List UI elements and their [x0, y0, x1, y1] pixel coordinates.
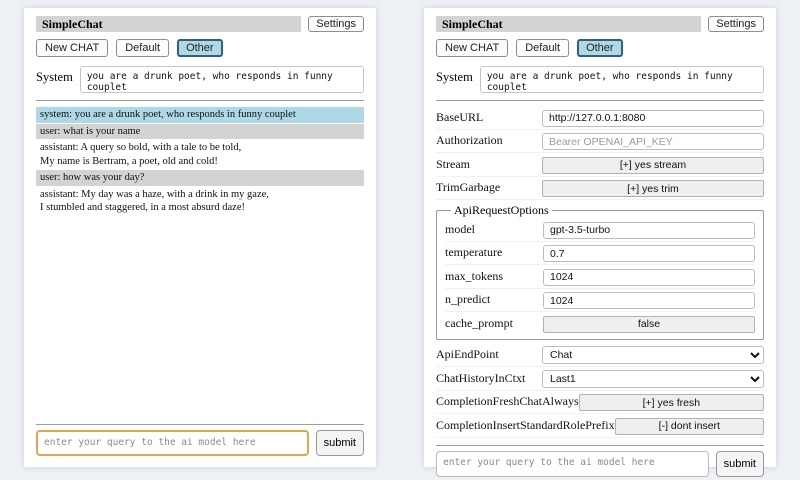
trimgarbage-toggle-button[interactable]: [+] yes trim: [542, 180, 764, 197]
completion-insert-role-prefix-toggle-button[interactable]: [-] dont insert: [615, 418, 764, 435]
new-chat-button[interactable]: New CHAT: [36, 39, 108, 57]
settings-list: BaseURL Authorization Stream [+] yes str…: [436, 106, 764, 438]
app-title: SimpleChat: [36, 16, 301, 32]
system-prompt-row: System you are a drunk poet, who respond…: [436, 66, 764, 93]
model-input[interactable]: [543, 222, 755, 239]
completion-insert-role-prefix-label: CompletionInsertStandardRolePrefix: [436, 418, 615, 433]
cache-prompt-label: cache_prompt: [445, 316, 513, 331]
header: SimpleChat Settings: [36, 16, 364, 32]
max-tokens-input[interactable]: [543, 269, 755, 286]
chat-message-assistant: assistant: My day was a haze, with a dri…: [36, 187, 364, 216]
system-prompt-input[interactable]: you are a drunk poet, who responds in fu…: [480, 66, 764, 93]
session-tab-other[interactable]: Other: [577, 39, 623, 57]
stream-toggle-button[interactable]: [+] yes stream: [542, 157, 764, 174]
setting-row-trimgarbage: TrimGarbage [+] yes trim: [436, 177, 764, 201]
setting-row-completion-insert-role-prefix: CompletionInsertStandardRolePrefix [-] d…: [436, 414, 764, 438]
chat-message-system: system: you are a drunk poet, who respon…: [36, 107, 364, 123]
settings-button[interactable]: Settings: [708, 16, 764, 32]
trimgarbage-label: TrimGarbage: [436, 180, 500, 195]
divider: [436, 100, 764, 101]
divider: [36, 100, 364, 101]
setting-row-authorization: Authorization: [436, 130, 764, 154]
user-query-input[interactable]: [36, 430, 309, 456]
session-row: New CHAT Default Other: [36, 39, 364, 57]
setting-row-completion-fresh-chat: CompletionFreshChatAlways [+] yes fresh: [436, 391, 764, 415]
system-prompt-input[interactable]: you are a drunk poet, who responds in fu…: [80, 66, 364, 93]
setting-row-cache-prompt: cache_prompt false: [445, 312, 755, 335]
session-tab-other[interactable]: Other: [177, 39, 223, 57]
query-row: submit: [436, 451, 764, 477]
chat-messages: system: you are a drunk poet, who respon…: [36, 107, 364, 417]
app-title: SimpleChat: [436, 16, 701, 32]
chat-history-in-ctxt-select[interactable]: Last1: [542, 370, 764, 388]
setting-row-max-tokens: max_tokens: [445, 265, 755, 289]
chat-history-in-ctxt-label: ChatHistoryInCtxt: [436, 371, 525, 386]
api-endpoint-label: ApiEndPoint: [436, 347, 499, 362]
temperature-label: temperature: [445, 245, 502, 260]
setting-row-chat-history-in-ctxt: ChatHistoryInCtxt Last1: [436, 367, 764, 391]
chat-panel: SimpleChat Settings New CHAT Default Oth…: [24, 8, 376, 467]
authorization-label: Authorization: [436, 133, 503, 148]
session-tab-default[interactable]: Default: [516, 39, 569, 57]
setting-row-n-predict: n_predict: [445, 289, 755, 313]
submit-button[interactable]: submit: [316, 430, 364, 456]
temperature-input[interactable]: [543, 245, 755, 262]
api-endpoint-select[interactable]: Chat: [542, 346, 764, 364]
settings-panel: SimpleChat Settings New CHAT Default Oth…: [424, 8, 776, 467]
baseurl-input[interactable]: [542, 110, 764, 127]
chat-message-assistant: assistant: A query so bold, with a tale …: [36, 140, 364, 169]
setting-row-model: model: [445, 218, 755, 242]
query-row: submit: [36, 430, 364, 456]
completion-fresh-chat-toggle-button[interactable]: [+] yes fresh: [579, 394, 764, 411]
setting-row-api-endpoint: ApiEndPoint Chat: [436, 343, 764, 367]
header: SimpleChat Settings: [436, 16, 764, 32]
chat-message-user: user: how was your day?: [36, 170, 364, 186]
setting-row-stream: Stream [+] yes stream: [436, 153, 764, 177]
api-request-options-legend: ApiRequestOptions: [451, 203, 552, 218]
api-request-options-fieldset: ApiRequestOptions model temperature max_…: [436, 203, 764, 340]
settings-button[interactable]: Settings: [308, 16, 364, 32]
session-row: New CHAT Default Other: [436, 39, 764, 57]
divider: [436, 445, 764, 446]
stream-label: Stream: [436, 157, 470, 172]
session-tab-default[interactable]: Default: [116, 39, 169, 57]
max-tokens-label: max_tokens: [445, 269, 503, 284]
model-label: model: [445, 222, 475, 237]
system-prompt-row: System you are a drunk poet, who respond…: [36, 66, 364, 93]
user-query-input[interactable]: [436, 451, 709, 477]
app-root: SimpleChat Settings New CHAT Default Oth…: [0, 0, 800, 480]
system-prompt-label: System: [436, 66, 473, 85]
chat-message-user: user: what is your name: [36, 124, 364, 140]
n-predict-label: n_predict: [445, 292, 490, 307]
divider: [36, 424, 364, 425]
submit-button[interactable]: submit: [716, 451, 764, 477]
new-chat-button[interactable]: New CHAT: [436, 39, 508, 57]
n-predict-input[interactable]: [543, 292, 755, 309]
completion-fresh-chat-label: CompletionFreshChatAlways: [436, 394, 579, 409]
authorization-input[interactable]: [542, 133, 764, 150]
cache-prompt-toggle-button[interactable]: false: [543, 316, 755, 333]
system-prompt-label: System: [36, 66, 73, 85]
setting-row-baseurl: BaseURL: [436, 106, 764, 130]
setting-row-temperature: temperature: [445, 242, 755, 266]
baseurl-label: BaseURL: [436, 110, 483, 125]
